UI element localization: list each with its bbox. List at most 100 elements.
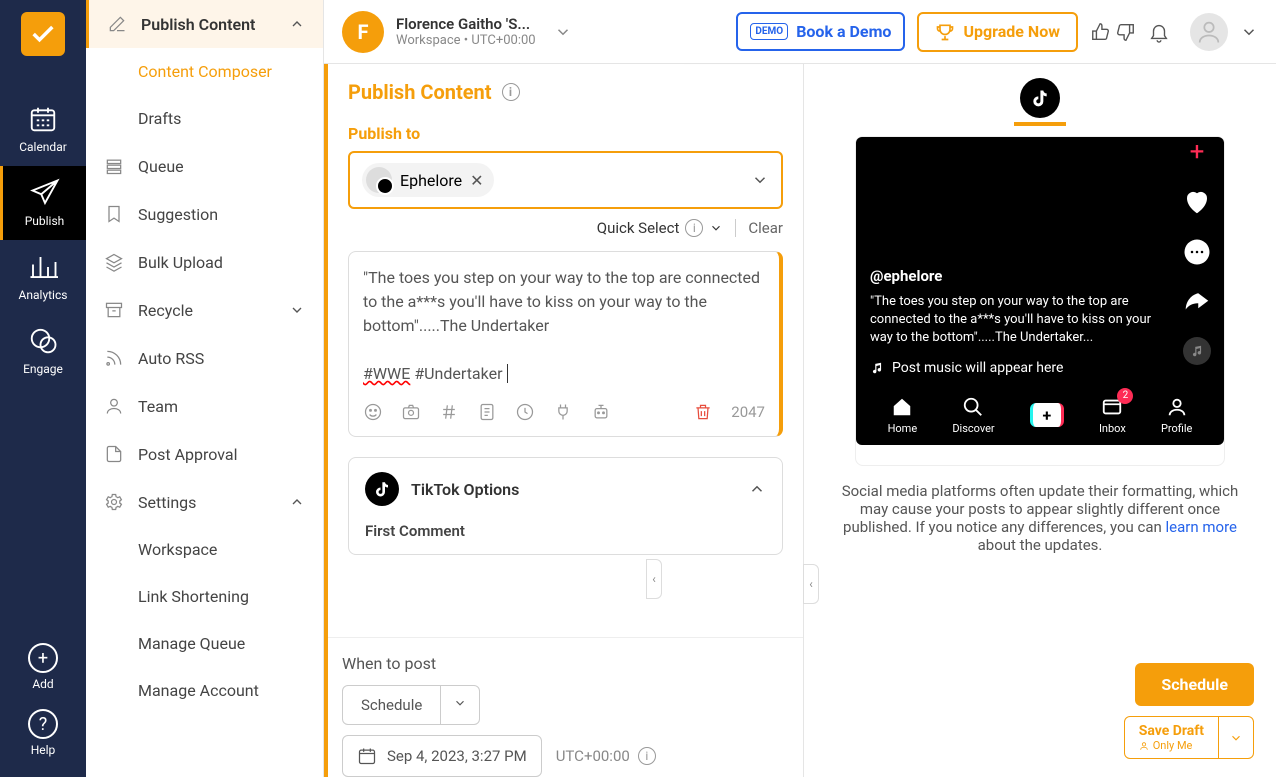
tiktok-icon: [1030, 88, 1050, 108]
camera-icon[interactable]: [401, 402, 421, 422]
chevron-down-icon[interactable]: [751, 171, 769, 189]
hashtag-icon[interactable]: [439, 402, 459, 422]
robot-icon[interactable]: [591, 402, 611, 422]
user-avatar[interactable]: [1190, 13, 1228, 51]
info-icon[interactable]: i: [685, 219, 703, 237]
save-draft-label: Save Draft: [1139, 723, 1204, 739]
emoji-icon[interactable]: [363, 402, 383, 422]
nav-calendar[interactable]: Calendar: [0, 92, 86, 166]
collapse-sidebar-handle[interactable]: ‹: [646, 559, 662, 599]
sidebar: Publish Content Content Composer Drafts …: [86, 0, 324, 777]
sidebar-queue[interactable]: Queue: [86, 142, 323, 190]
topbar: F Florence Gaitho 'S... Workspace • UTC+…: [324, 0, 1276, 64]
workspace-avatar[interactable]: F: [342, 11, 384, 53]
post-text-input[interactable]: "The toes you step on your way to the to…: [363, 266, 765, 386]
chevron-down-icon[interactable]: [554, 23, 572, 41]
publish-to-select[interactable]: Ephelore ✕: [348, 151, 783, 209]
save-draft-button[interactable]: Save Draft Only Me: [1124, 716, 1254, 759]
tiktok-options-panel: TikTok Options First Comment: [348, 457, 783, 555]
sidebar-drafts[interactable]: Drafts: [86, 95, 323, 142]
follow-icon: +: [1182, 137, 1212, 167]
preview-disclaimer: Social media platforms often update thei…: [824, 482, 1256, 554]
learn-more-link[interactable]: learn more: [1166, 518, 1237, 536]
nav-calendar-label: Calendar: [19, 140, 67, 154]
remove-account-icon[interactable]: ✕: [470, 171, 483, 190]
sidebar-link-shortening[interactable]: Link Shortening: [86, 573, 323, 620]
nav-help[interactable]: ? Help: [28, 709, 58, 757]
tiktok-options-label: TikTok Options: [411, 480, 519, 499]
sidebar-auto-rss[interactable]: Auto RSS: [86, 334, 323, 382]
collapse-preview-handle[interactable]: ‹: [803, 564, 819, 604]
nav-engage[interactable]: Engage: [0, 314, 86, 388]
sidebar-suggestion[interactable]: Suggestion: [86, 190, 323, 238]
thumbs-up-icon[interactable]: [1090, 21, 1112, 43]
sidebar-label: Settings: [138, 493, 196, 512]
search-icon: [962, 396, 984, 418]
info-icon[interactable]: i: [502, 83, 520, 101]
only-me-label: Only Me: [1153, 739, 1193, 752]
chevron-down-icon[interactable]: [1218, 717, 1253, 758]
preview-nav-create: +: [1030, 403, 1064, 427]
sidebar-label: Bulk Upload: [138, 253, 223, 272]
sidebar-settings[interactable]: Settings: [86, 478, 323, 526]
preview-nav-profile: Profile: [1161, 396, 1192, 435]
engage-icon: [28, 326, 58, 356]
chevron-down-icon: [440, 686, 479, 724]
info-icon[interactable]: i: [638, 747, 656, 765]
date-value: Sep 4, 2023, 3:27 PM: [387, 747, 527, 765]
clear-button[interactable]: Clear: [748, 219, 783, 237]
sidebar-label: Auto RSS: [138, 349, 204, 368]
tiktok-icon: [365, 472, 399, 506]
clock-icon[interactable]: [515, 402, 535, 422]
sidebar-manage-queue[interactable]: Manage Queue: [86, 620, 323, 667]
sidebar-label: Recycle: [138, 301, 193, 320]
sidebar-label: Content Composer: [138, 62, 272, 81]
post-composer[interactable]: "The toes you step on your way to the to…: [348, 251, 783, 437]
sidebar-label: Queue: [138, 157, 184, 176]
workspace-info[interactable]: Florence Gaitho 'S... Workspace • UTC+00…: [396, 15, 536, 48]
nav-publish[interactable]: Publish: [0, 166, 86, 240]
upgrade-button[interactable]: Upgrade Now: [917, 12, 1078, 52]
sidebar-workspace[interactable]: Workspace: [86, 526, 323, 573]
music-disc-icon: [1183, 337, 1211, 365]
tiktok-options-header[interactable]: TikTok Options: [365, 472, 766, 506]
sidebar-label: Team: [138, 397, 178, 416]
trash-icon[interactable]: [693, 402, 713, 422]
nav-publish-label: Publish: [25, 214, 65, 228]
schedule-mode-select[interactable]: Schedule: [342, 685, 480, 725]
divider: [735, 219, 736, 237]
sidebar-bulk-upload[interactable]: Bulk Upload: [86, 238, 323, 286]
preview-nav-home: Home: [888, 396, 918, 435]
nav-add[interactable]: + Add: [28, 643, 58, 691]
date-picker[interactable]: Sep 4, 2023, 3:27 PM: [342, 735, 542, 777]
nav-analytics[interactable]: Analytics: [0, 240, 86, 314]
document-icon[interactable]: [477, 402, 497, 422]
sidebar-label: Post Approval: [138, 445, 237, 464]
thumbs-down-icon[interactable]: [1114, 21, 1136, 43]
sidebar-recycle[interactable]: Recycle: [86, 286, 323, 334]
bell-icon[interactable]: [1148, 21, 1170, 43]
phone-preview: + @ephelore "The toes you step on your w…: [855, 136, 1225, 466]
preview-music: Post music will appear here: [870, 360, 1210, 376]
tiktok-preview-tab[interactable]: [1020, 78, 1060, 118]
sidebar-publish-content[interactable]: Publish Content: [86, 0, 323, 48]
char-count: 2047: [731, 403, 765, 421]
trophy-icon: [935, 22, 955, 42]
sidebar-team[interactable]: Team: [86, 382, 323, 430]
plug-icon[interactable]: [553, 402, 573, 422]
when-to-post-label: When to post: [342, 654, 803, 673]
chevron-up-icon[interactable]: [748, 480, 766, 498]
schedule-button[interactable]: Schedule: [1135, 663, 1254, 706]
book-demo-button[interactable]: DEMO Book a Demo: [736, 12, 905, 51]
chevron-down-icon[interactable]: [1240, 23, 1258, 41]
sidebar-label: Manage Account: [138, 681, 259, 700]
sidebar-post-approval[interactable]: Post Approval: [86, 430, 323, 478]
quick-select-label: Quick Select: [597, 219, 680, 237]
nav-engage-label: Engage: [23, 362, 63, 376]
nav-analytics-label: Analytics: [19, 288, 68, 302]
sidebar-manage-account[interactable]: Manage Account: [86, 667, 323, 714]
person-icon: [1166, 396, 1188, 418]
sidebar-content-composer[interactable]: Content Composer: [86, 48, 323, 95]
quick-select-button[interactable]: Quick Select i: [597, 219, 724, 237]
app-logo[interactable]: [21, 12, 65, 56]
